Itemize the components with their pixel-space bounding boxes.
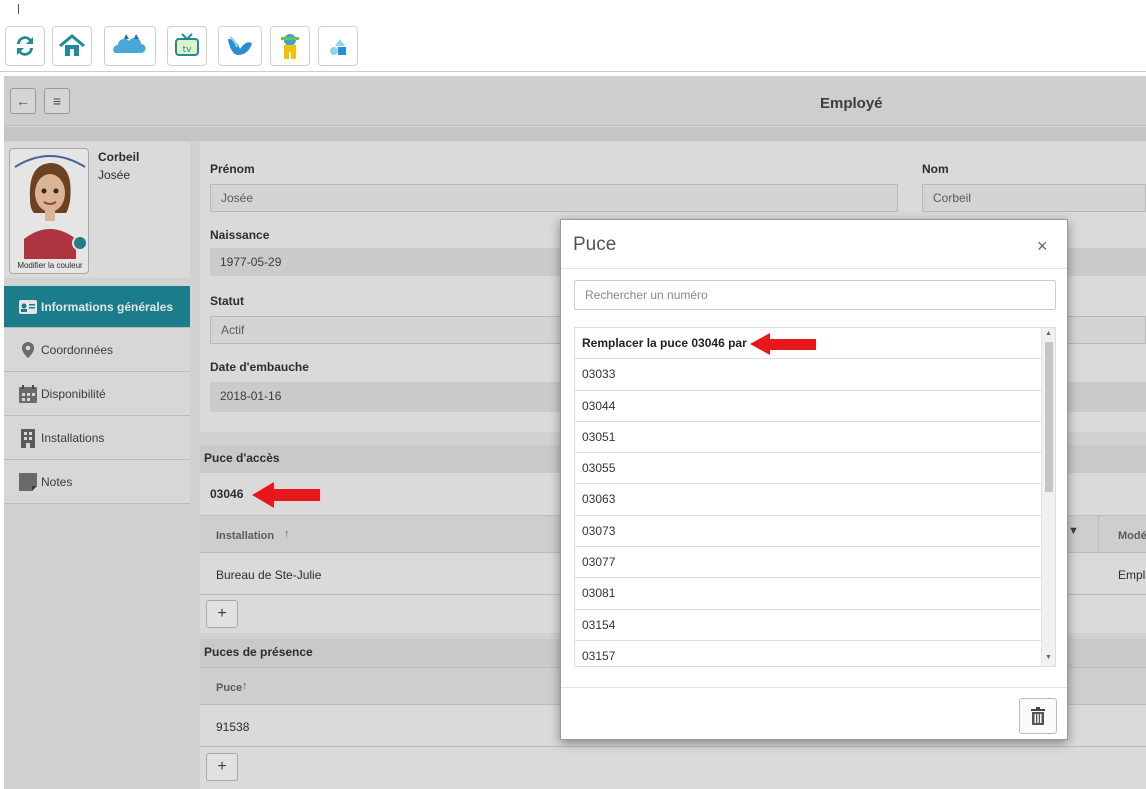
- character-icon: [281, 34, 299, 59]
- bird-button[interactable]: [218, 26, 262, 66]
- shapes-icon: [330, 39, 346, 55]
- modal-divider: [561, 268, 1067, 269]
- search-input[interactable]: Rechercher un numéro: [574, 280, 1056, 310]
- top-toolbar: tv: [0, 22, 1146, 72]
- home-button[interactable]: [52, 26, 92, 66]
- character-button[interactable]: [270, 26, 310, 66]
- list-item[interactable]: 03157: [575, 641, 1041, 666]
- refresh-icon: [17, 36, 33, 56]
- list-item[interactable]: 03077: [575, 547, 1041, 579]
- svg-text:tv: tv: [183, 45, 193, 55]
- red-arrow-annotation: [750, 333, 816, 355]
- tv-icon: tv: [175, 33, 199, 56]
- chip-number-list: Remplacer la puce 03046 par 03033 03044 …: [574, 327, 1056, 667]
- scroll-up-icon[interactable]: ▲: [1045, 330, 1052, 337]
- delete-button[interactable]: [1019, 698, 1057, 734]
- shapes-button[interactable]: [318, 26, 358, 66]
- scroll-down-icon[interactable]: ▼: [1045, 654, 1052, 661]
- red-arrow-annotation: [252, 482, 320, 508]
- list-scrollbar[interactable]: ▲ ▼: [1041, 328, 1055, 666]
- list-item[interactable]: 03051: [575, 422, 1041, 454]
- list-item[interactable]: 03063: [575, 484, 1041, 516]
- puce-modal: Puce × Rechercher un numéro Remplacer la…: [560, 219, 1068, 740]
- scrollbar-thumb[interactable]: [1045, 342, 1053, 492]
- list-item[interactable]: 03073: [575, 516, 1041, 548]
- cloud-cat-button[interactable]: [104, 26, 156, 66]
- list-item[interactable]: 03044: [575, 391, 1041, 422]
- list-item[interactable]: 03081: [575, 578, 1041, 610]
- modal-divider: [561, 687, 1067, 688]
- list-item[interactable]: 03055: [575, 453, 1041, 485]
- tv-button[interactable]: tv: [167, 26, 207, 66]
- refresh-button[interactable]: [5, 26, 45, 66]
- list-item[interactable]: 03154: [575, 610, 1041, 641]
- list-item[interactable]: 03033: [575, 359, 1041, 391]
- modal-title: Puce: [573, 234, 617, 255]
- bird-icon: [228, 36, 252, 55]
- home-icon: [59, 34, 85, 56]
- cloud-cat-icon: [113, 34, 146, 53]
- trash-icon: [1031, 707, 1045, 725]
- text-cursor: [18, 4, 19, 14]
- close-icon[interactable]: ×: [1037, 236, 1048, 257]
